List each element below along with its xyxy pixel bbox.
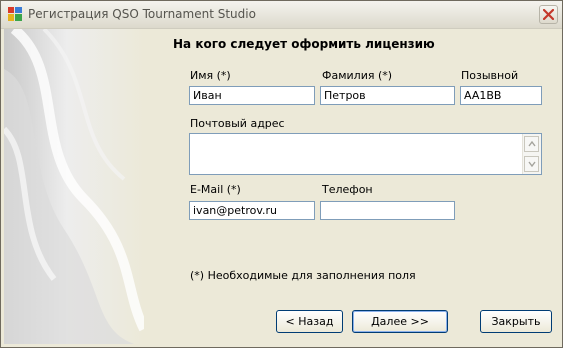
callsign-label: Позывной	[461, 69, 519, 82]
form-heading: На кого следует оформить лицензию	[173, 37, 435, 51]
registration-window: Регистрация QSO Tournament Studio На ког…	[0, 0, 563, 348]
scroll-down-icon	[528, 161, 536, 167]
scroll-down-button[interactable]	[524, 156, 539, 172]
email-field[interactable]	[189, 201, 315, 220]
address-scrollbar[interactable]	[522, 134, 541, 174]
required-fields-note: (*) Необходимые для заполнения поля	[190, 269, 416, 282]
back-button[interactable]: < Назад	[276, 310, 343, 333]
close-icon	[543, 9, 554, 20]
phone-field[interactable]	[320, 201, 455, 220]
window-title: Регистрация QSO Tournament Studio	[28, 7, 256, 21]
app-icon[interactable]	[8, 7, 22, 21]
scroll-up-button[interactable]	[524, 136, 539, 152]
last-name-label: Фамилия (*)	[322, 69, 393, 82]
first-name-label: Имя (*)	[190, 69, 231, 82]
last-name-field[interactable]	[320, 86, 455, 105]
close-window-button[interactable]	[539, 5, 558, 24]
address-field[interactable]	[189, 133, 542, 175]
first-name-field[interactable]	[189, 86, 315, 105]
address-textarea[interactable]	[190, 134, 523, 174]
close-button[interactable]: Закрыть	[480, 310, 552, 333]
scroll-up-icon	[528, 141, 536, 147]
callsign-field[interactable]	[460, 86, 542, 105]
address-label: Почтовый адрес	[190, 117, 285, 130]
email-label: E-Mail (*)	[190, 183, 241, 196]
side-decoration	[4, 29, 144, 344]
title-bar[interactable]: Регистрация QSO Tournament Studio	[1, 1, 562, 29]
phone-label: Телефон	[322, 183, 373, 196]
next-button[interactable]: Далее >>	[352, 310, 448, 333]
